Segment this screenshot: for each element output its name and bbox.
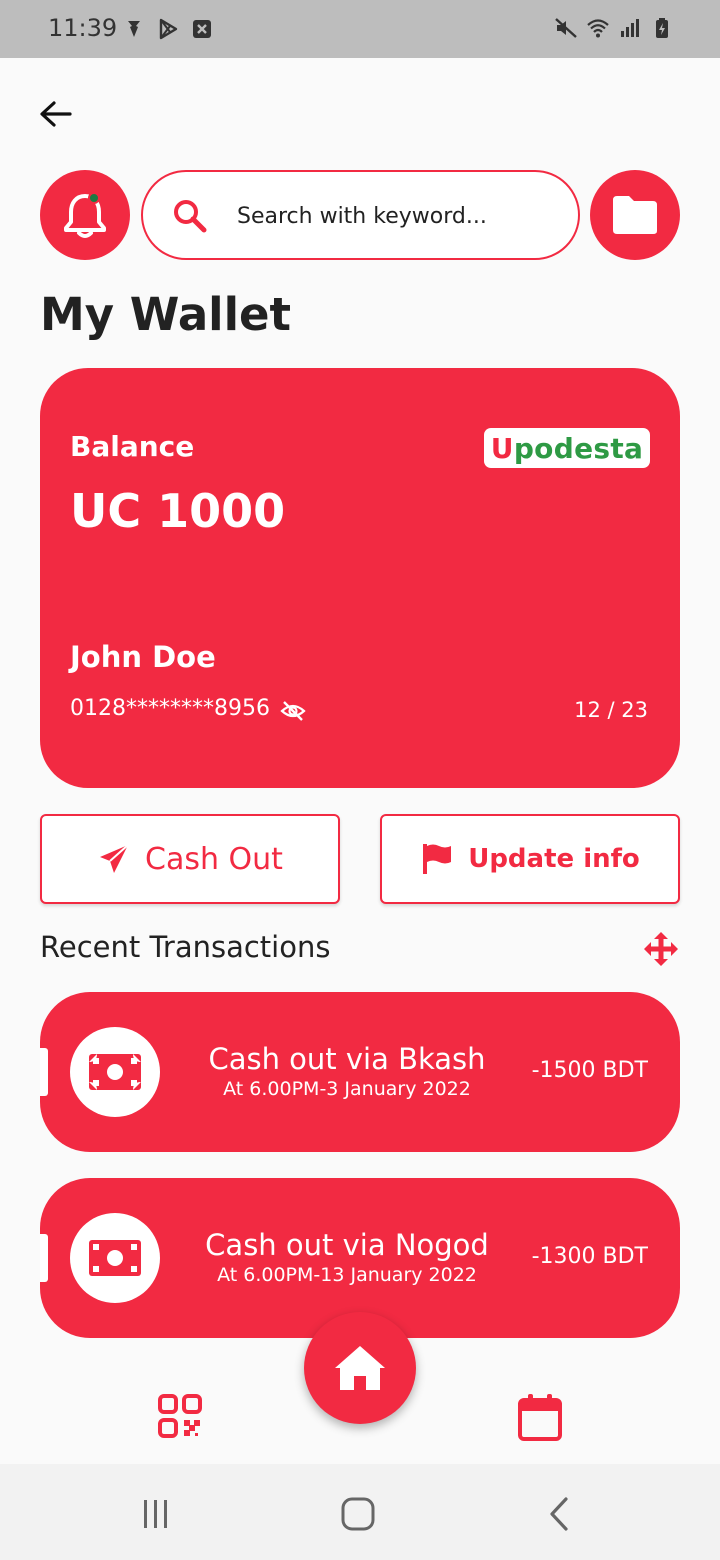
status-right-icons xyxy=(554,16,674,40)
transaction-date: At 6.00PM-3 January 2022 xyxy=(223,1078,471,1100)
mute-icon xyxy=(555,18,577,38)
status-bar: 11:39 xyxy=(0,0,720,58)
calendar-icon[interactable] xyxy=(517,1392,563,1442)
close-box-icon xyxy=(193,20,211,38)
balance-amount: UC 1000 xyxy=(70,484,286,538)
bell-icon xyxy=(64,194,106,238)
transaction-title: Cash out via Bkash xyxy=(208,1042,486,1076)
move-arrows-icon[interactable] xyxy=(642,930,680,968)
update-info-label: Update info xyxy=(468,844,640,874)
home-icon xyxy=(335,1346,385,1390)
eye-off-icon[interactable] xyxy=(280,698,306,724)
notification-icon xyxy=(128,21,140,37)
play-store-icon xyxy=(159,18,178,40)
transaction-icon-badge xyxy=(70,1027,160,1117)
transaction-title: Cash out via Nogod xyxy=(205,1228,489,1262)
recent-transactions-title: Recent Transactions xyxy=(40,930,331,964)
send-icon xyxy=(100,844,129,873)
update-info-button[interactable]: Update info xyxy=(380,814,680,904)
transaction-icon-badge xyxy=(70,1213,160,1303)
transaction-date: At 6.00PM-13 January 2022 xyxy=(217,1264,477,1286)
signal-icon xyxy=(621,19,639,37)
home-nav-icon[interactable] xyxy=(340,1496,376,1532)
page-title: My Wallet xyxy=(40,288,292,341)
search-bar[interactable] xyxy=(141,170,580,260)
brand-logo: Upodesta xyxy=(484,428,650,468)
brand-logo-initial: U xyxy=(490,431,514,465)
search-icon xyxy=(174,200,207,233)
search-input[interactable] xyxy=(237,196,557,236)
folder-button[interactable] xyxy=(590,170,680,260)
status-left-icons xyxy=(122,17,214,41)
card-expiry: 12 / 23 xyxy=(574,698,648,722)
wifi-icon xyxy=(587,19,609,38)
money-bill-icon xyxy=(89,1240,141,1276)
system-navigation-bar xyxy=(0,1464,720,1560)
notifications-button[interactable] xyxy=(40,170,130,260)
back-arrow-icon[interactable] xyxy=(36,94,76,134)
brand-logo-text: podesta xyxy=(513,431,644,465)
qr-code-icon[interactable] xyxy=(158,1394,202,1438)
transaction-amount: -1300 BDT xyxy=(531,1244,648,1269)
card-holder-name: John Doe xyxy=(70,640,216,674)
battery-charging-icon xyxy=(656,18,668,38)
status-time: 11:39 xyxy=(48,14,118,42)
transaction-marker xyxy=(40,1048,48,1096)
system-back-icon[interactable] xyxy=(546,1496,572,1532)
transaction-amount: -1500 BDT xyxy=(531,1058,648,1083)
transaction-marker xyxy=(40,1234,48,1282)
money-bill-icon xyxy=(89,1054,141,1090)
wallet-card: Balance UC 1000 Upodesta John Doe 0128**… xyxy=(40,368,680,788)
recent-apps-icon[interactable] xyxy=(140,1498,172,1530)
transaction-item[interactable]: Cash out via Bkash At 6.00PM-3 January 2… xyxy=(40,992,680,1152)
card-number: 0128********8956 xyxy=(70,696,270,721)
cash-out-label: Cash Out xyxy=(145,841,283,877)
flag-icon xyxy=(423,844,452,874)
notification-dot xyxy=(88,192,100,204)
home-button[interactable] xyxy=(304,1312,416,1424)
balance-label: Balance xyxy=(70,430,195,463)
folder-icon xyxy=(613,196,657,234)
cash-out-button[interactable]: Cash Out xyxy=(40,814,340,904)
